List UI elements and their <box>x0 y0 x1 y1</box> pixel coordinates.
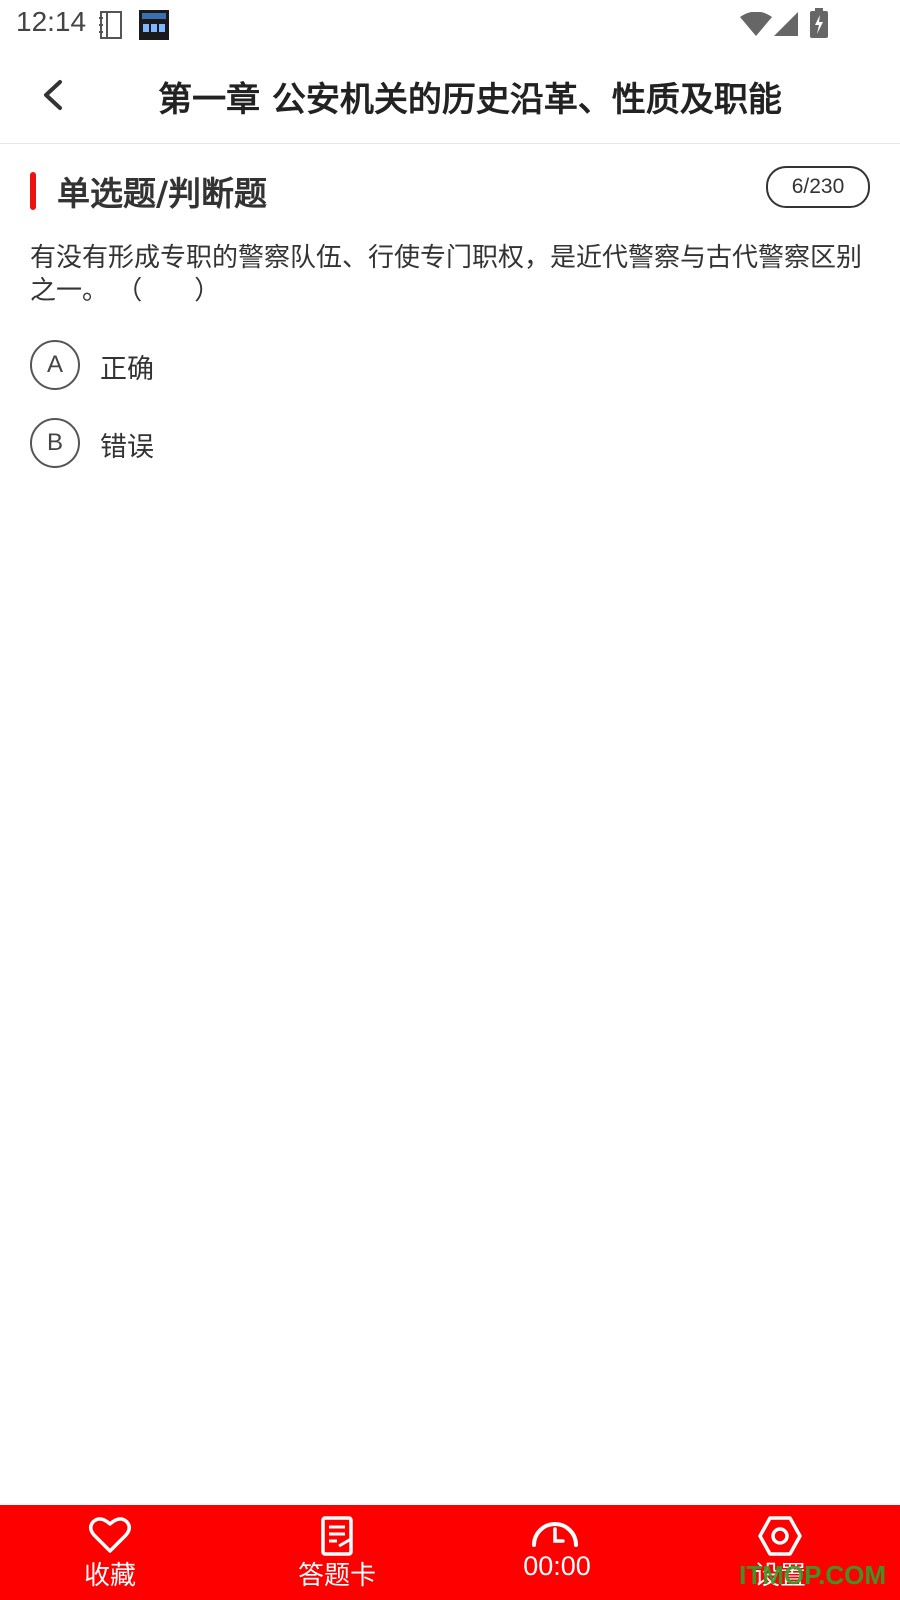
question-type-title: 单选题/判断题 <box>57 174 268 213</box>
timer-gauge-icon <box>532 1522 578 1547</box>
option-a[interactable]: A 正确 <box>30 340 870 392</box>
favorite-button[interactable]: 收藏 <box>30 1505 190 1600</box>
option-letter: B <box>30 418 80 468</box>
question-text: 有没有形成专职的警察队伍、行使专门职权，是近代警察与古代警察区别之一。 （ ） <box>30 243 863 306</box>
option-letter: A <box>30 340 80 390</box>
status-bar: 12:14 <box>0 0 900 48</box>
timer-value: 00:00 <box>523 1551 591 1581</box>
timer-display: 00:00 <box>477 1505 637 1600</box>
heart-icon <box>89 1517 131 1553</box>
site-watermark: ITMOP.COM <box>739 1560 886 1590</box>
settings-hexagon-icon <box>758 1516 802 1556</box>
option-b[interactable]: B 错误 <box>30 418 870 470</box>
question-counter: 6/230 <box>766 166 870 208</box>
option-text: 正确 <box>100 354 154 385</box>
signal-icon <box>774 12 798 40</box>
option-text: 错误 <box>100 432 154 463</box>
battery-icon <box>810 8 828 42</box>
answer-sheet-icon <box>321 1516 353 1556</box>
status-time: 12:14 <box>16 6 87 37</box>
page-title: 第一章 公安机关的历史沿革、性质及职能 <box>158 80 782 120</box>
back-button[interactable] <box>30 70 78 120</box>
clock-widget-icon <box>139 10 169 44</box>
chevron-left-icon <box>44 80 62 110</box>
answer-card-label: 答题卡 <box>297 1561 376 1591</box>
notebook-icon <box>98 10 124 44</box>
app-header: 第一章 公安机关的历史沿革、性质及职能 <box>0 48 900 144</box>
section-accent-bar <box>30 172 36 210</box>
answer-card-button[interactable]: 答题卡 <box>257 1505 417 1600</box>
wifi-icon <box>740 11 772 40</box>
favorite-label: 收藏 <box>83 1561 136 1591</box>
